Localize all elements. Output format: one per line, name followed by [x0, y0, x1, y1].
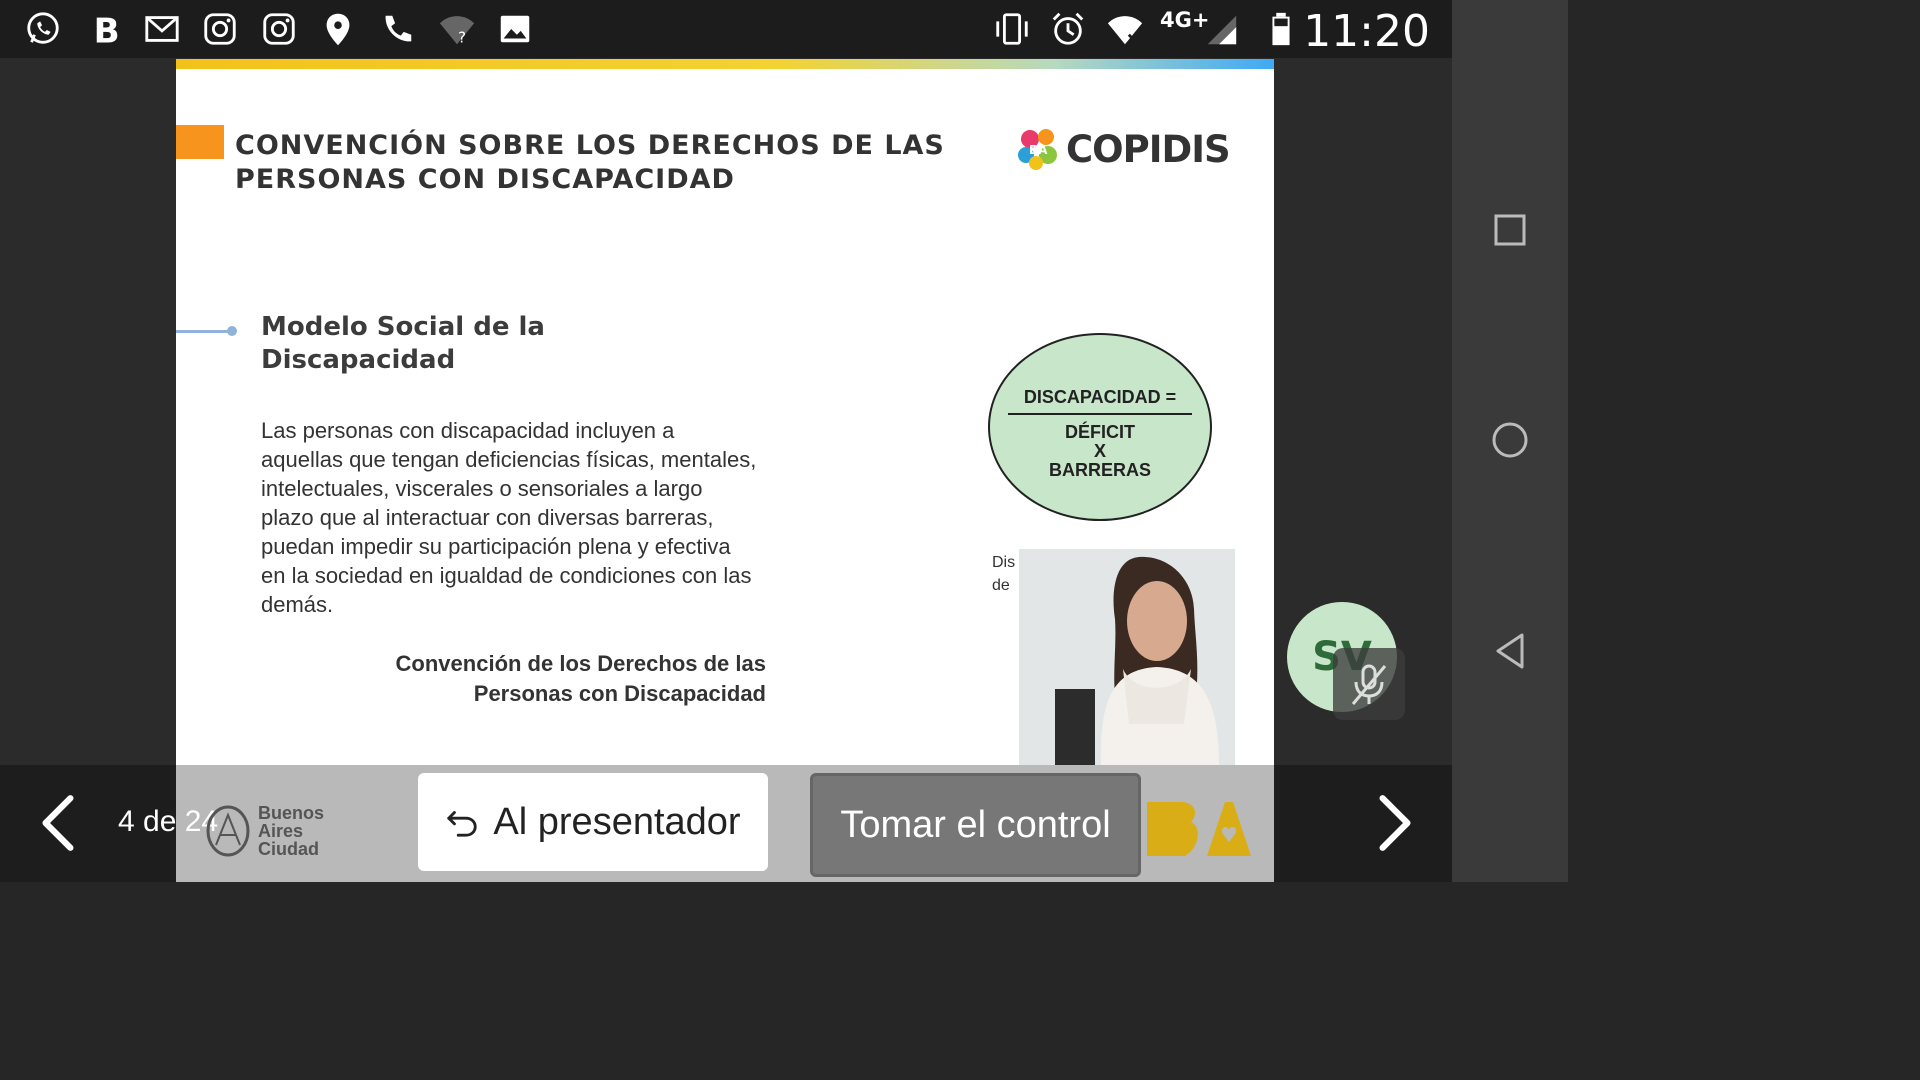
- buenos-aires-ciudad-logo: Buenos Aires Ciudad: [206, 804, 324, 858]
- copidis-logo-mark-text: BA: [1029, 143, 1048, 157]
- slide-title: CONVENCIÓN SOBRE LOS DERECHOS DE LAS PER…: [235, 130, 945, 195]
- copidis-logo: BA COPIDIS: [1014, 125, 1231, 173]
- circle-icon: [1492, 422, 1528, 458]
- signal-icon: [1200, 8, 1242, 50]
- gallery-icon: [494, 8, 536, 50]
- slide-body-text: Las personas con discapacidad incluyen a…: [261, 418, 757, 617]
- home-button[interactable]: [1488, 418, 1532, 462]
- formula-divider: [1008, 413, 1192, 415]
- location-icon: [317, 8, 359, 50]
- formula-numerator: DISCAPACIDAD =: [1023, 387, 1177, 407]
- wifi-icon: [1104, 8, 1146, 50]
- alarm-icon: [1047, 8, 1089, 50]
- page-count: 4 de 24: [118, 805, 219, 838]
- take-control-button[interactable]: Tomar el control: [810, 773, 1141, 877]
- chevron-left-icon: [42, 795, 74, 851]
- svg-text:B: B: [94, 11, 120, 48]
- presenter-figure: [1019, 549, 1235, 765]
- presenter-video[interactable]: [1019, 549, 1235, 765]
- gmail-icon: [141, 8, 183, 50]
- formula-ellipse: DISCAPACIDAD = DÉFICIT X BARRERAS: [988, 333, 1212, 521]
- triangle-back-icon: [1496, 633, 1524, 669]
- whatsapp-icon: [22, 8, 64, 50]
- slide-gradient-bar: [176, 59, 1274, 69]
- vibrate-icon: [991, 8, 1033, 50]
- next-slide-button[interactable]: [1365, 793, 1425, 853]
- take-control-label: Tomar el control: [840, 803, 1111, 846]
- b-app-icon: B: [84, 8, 126, 50]
- city-name: Buenos Aires Ciudad: [258, 803, 325, 859]
- back-button[interactable]: [1488, 629, 1532, 673]
- square-icon: [1494, 214, 1526, 246]
- wifi-unknown-icon: ?: [436, 8, 478, 50]
- formula-multiply: X: [1093, 441, 1106, 461]
- battery-icon: [1260, 8, 1302, 50]
- title-accent-block: [176, 125, 224, 159]
- go-to-presenter-button[interactable]: Al presentador: [418, 773, 768, 871]
- city-seal-icon: [206, 805, 250, 857]
- instagram-icon: [199, 8, 241, 50]
- copidis-logo-text: COPIDIS: [1066, 127, 1231, 171]
- status-bar: B ? 4G+ 11:20: [0, 0, 1452, 58]
- instagram-icon: [258, 8, 300, 50]
- recent-apps-button[interactable]: [1488, 208, 1532, 252]
- bullet-line: [176, 330, 232, 333]
- chevron-right-icon: [1379, 795, 1411, 851]
- mic-muted-icon: [1333, 648, 1405, 720]
- go-to-presenter-label: Al presentador: [493, 800, 741, 843]
- svg-text:?: ?: [458, 28, 466, 46]
- previous-slide-button[interactable]: [28, 793, 88, 853]
- ba-logo-icon: [1147, 802, 1251, 856]
- screen: B ? 4G+ 11:20 CONVENCIÓN SOBRE LOS DEREC…: [0, 0, 1568, 882]
- bullet-dot: [227, 326, 237, 336]
- formula-barreras: BARRERAS: [1048, 460, 1151, 480]
- clock: 11:20: [1303, 6, 1430, 57]
- nav-bar: [1452, 0, 1568, 882]
- slide-caption: Dis de: [992, 551, 1015, 597]
- ba-logo: [1145, 800, 1251, 863]
- formula-denominator: DÉFICIT X BARRERAS: [990, 423, 1210, 480]
- slide-subheading: Modelo Social de la Discapacidad: [261, 312, 545, 375]
- phone-icon: [376, 8, 418, 50]
- slide-caption-line-2: de: [992, 577, 1010, 594]
- slide-caption-line-1: Dis: [992, 554, 1016, 571]
- undo-arrow-icon: [447, 811, 478, 837]
- formula-deficit: DÉFICIT: [1065, 422, 1135, 442]
- copidis-logo-icon: BA: [1014, 125, 1062, 173]
- slide-citation: Convención de los Derechos de las Person…: [395, 651, 766, 706]
